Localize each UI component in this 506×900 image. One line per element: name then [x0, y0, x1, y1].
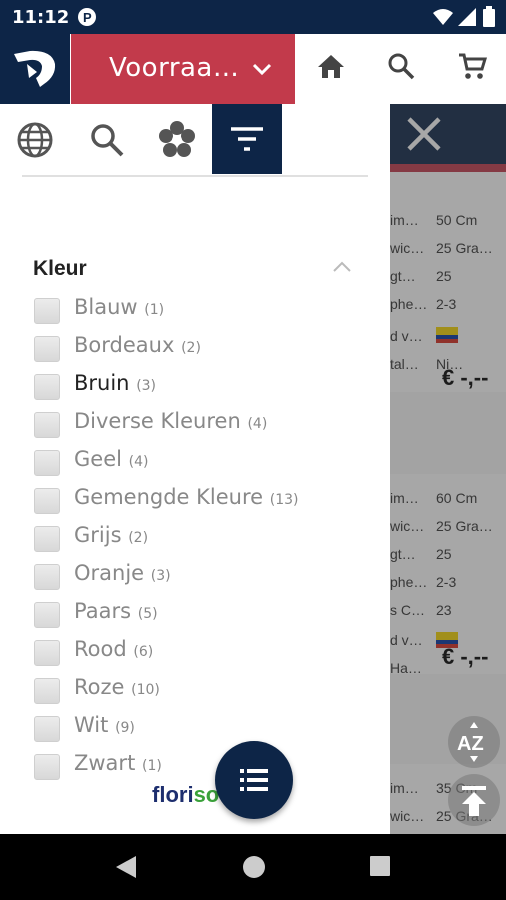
tab-flower[interactable]: [142, 104, 212, 174]
signal-icon: [456, 6, 478, 33]
dropdown-label: Voorraa…: [109, 53, 240, 83]
flower-icon: [157, 120, 197, 165]
stock-dropdown[interactable]: Voorraa…: [71, 34, 295, 104]
option-label: Bordeaux: [74, 333, 175, 357]
svg-text:P: P: [83, 10, 92, 25]
option-label: Oranje: [74, 561, 145, 585]
checkbox[interactable]: [34, 298, 60, 324]
checkbox[interactable]: [34, 374, 60, 400]
option-count: (5): [137, 606, 158, 622]
option-count: (2): [181, 340, 201, 356]
home-icon[interactable]: [315, 50, 347, 87]
navigation-bar: [0, 834, 506, 900]
floriso-logo: floriso: [152, 782, 219, 808]
option-label: Bruin: [74, 371, 130, 395]
divider: [22, 175, 368, 177]
section-title-kleur: Kleur: [33, 257, 87, 280]
option-label: Grijs: [74, 523, 122, 547]
checkbox[interactable]: [34, 754, 60, 780]
recents-icon[interactable]: [369, 855, 391, 882]
checkbox[interactable]: [34, 488, 60, 514]
option-label: Paars: [74, 599, 132, 623]
checkbox[interactable]: [34, 412, 60, 438]
filter-icon: [229, 124, 265, 159]
option-label: Zwart: [74, 751, 136, 775]
sort-az-label: AZ: [457, 733, 484, 755]
app-logo[interactable]: [0, 34, 70, 104]
checkbox[interactable]: [34, 678, 60, 704]
option-label: Wit: [74, 713, 109, 737]
tab-globe[interactable]: [0, 104, 70, 174]
sort-az-button[interactable]: AZ: [448, 716, 500, 768]
wifi-icon: [432, 6, 454, 33]
list-view-button[interactable]: [215, 741, 293, 819]
option-label: Blauw: [74, 295, 138, 319]
tab-filter[interactable]: [212, 104, 282, 174]
checkbox[interactable]: [34, 336, 60, 362]
option-label: Diverse Kleuren: [74, 409, 241, 433]
option-count: (3): [150, 568, 171, 584]
checkbox[interactable]: [34, 526, 60, 552]
option-count: (4): [128, 454, 149, 470]
status-time: 11:12: [12, 7, 70, 28]
checkbox[interactable]: [34, 450, 60, 476]
option-label: Roze: [74, 675, 125, 699]
home-circle-icon[interactable]: [242, 855, 266, 884]
cart-icon[interactable]: [456, 50, 488, 87]
checkbox[interactable]: [34, 716, 60, 742]
option-count: (10): [131, 682, 160, 698]
option-count: (9): [115, 720, 135, 736]
status-bar: 11:12 P: [0, 0, 506, 34]
search-icon: [88, 121, 126, 164]
option-label: Rood: [74, 637, 127, 661]
battery-icon: [482, 6, 496, 33]
chevron-up-icon[interactable]: [332, 260, 352, 279]
tab-search[interactable]: [72, 104, 142, 174]
option-count: (2): [128, 530, 149, 546]
chevron-down-icon: [251, 58, 273, 85]
brand-text: flori: [152, 782, 194, 807]
p-info-icon: P: [78, 8, 96, 26]
app-bar: Voorraa…: [0, 34, 506, 104]
option-count: (6): [133, 644, 154, 660]
search-icon[interactable]: [385, 50, 417, 87]
option-label: Gemengde Kleure: [74, 485, 264, 509]
checkbox[interactable]: [34, 602, 60, 628]
back-icon[interactable]: [114, 854, 138, 885]
option-count: (13): [269, 492, 299, 508]
globe-icon: [16, 121, 54, 164]
checkbox[interactable]: [34, 564, 60, 590]
option-count: (1): [142, 758, 162, 774]
scroll-top-button[interactable]: [448, 774, 500, 826]
option-count: (4): [247, 416, 268, 432]
list-icon: [240, 767, 268, 798]
option-count: (1): [144, 302, 165, 318]
filter-drawer: Kleur Blauw (1) Bordeaux (2) Bruin (3) D…: [0, 104, 390, 834]
checkbox[interactable]: [34, 640, 60, 666]
option-count: (3): [136, 378, 157, 394]
option-label: Geel: [74, 447, 122, 471]
